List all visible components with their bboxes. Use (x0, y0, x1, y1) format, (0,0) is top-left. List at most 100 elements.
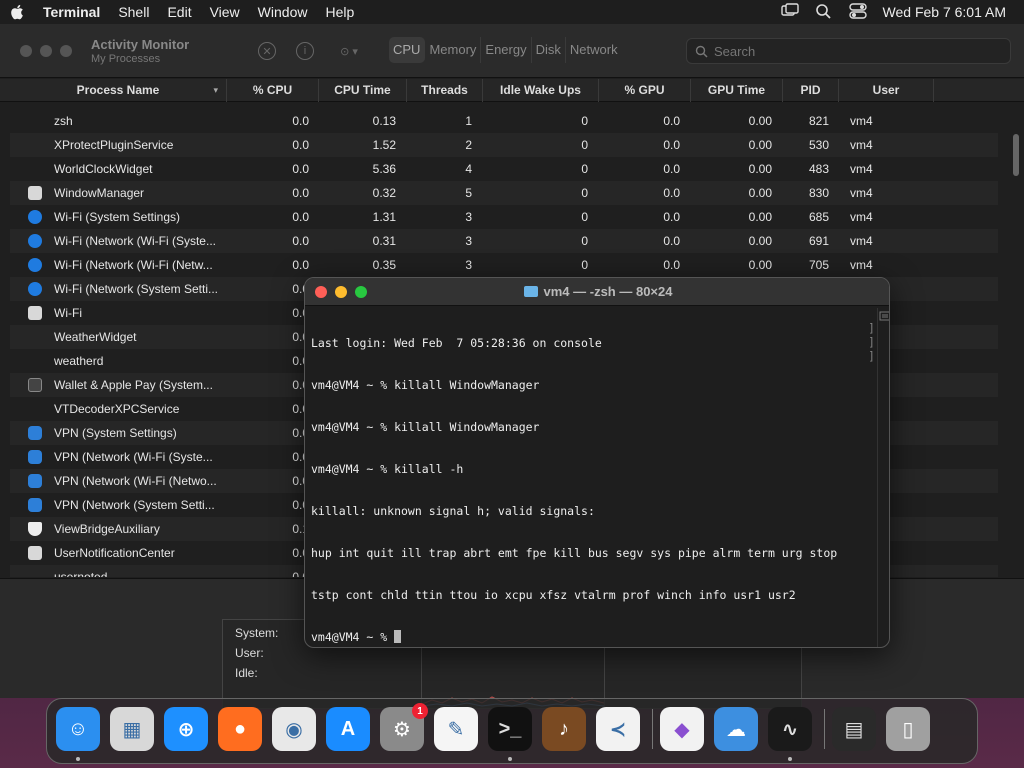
cell-cpu: 0.0 (292, 186, 309, 200)
table-row[interactable]: Wi-Fi (System Settings) 0.0 1.31 3 0 0.0 0.00 6… (10, 205, 998, 229)
screen-mirroring-icon[interactable] (780, 2, 799, 22)
am-zoom-button[interactable] (60, 45, 72, 57)
cell-threads: 3 (465, 210, 472, 224)
menu-shell[interactable]: Shell (109, 4, 158, 20)
cell-gpu: 0.0 (663, 234, 680, 248)
stop-process-icon[interactable]: ✕ (258, 42, 276, 60)
col-user[interactable]: User (839, 79, 934, 102)
tab-memory[interactable]: Memory (425, 37, 482, 63)
vpn-icon (28, 450, 42, 464)
terminal-scrollbar[interactable] (877, 308, 889, 647)
process-name: VPN (Network (System Setti... (54, 498, 215, 512)
dock-chrome-icon[interactable]: ◉ (272, 707, 316, 751)
tab-energy[interactable]: Energy (481, 37, 532, 63)
dock-system-settings-icon[interactable]: ⚙ 1 (380, 703, 428, 751)
search-input[interactable] (714, 43, 994, 59)
idle-label: Idle: (235, 666, 258, 680)
menu-window[interactable]: Window (249, 4, 317, 20)
wifi-icon (28, 282, 42, 296)
table-row[interactable]: zsh 0.0 0.13 1 0 0.0 0.00 821 vm4 (10, 109, 998, 133)
terminal-line: tstp cont chld ttin ttou io xcpu xfsz vt… (311, 588, 796, 602)
apple-menu-icon[interactable] (0, 4, 34, 20)
cell-gpu-time: 0.00 (748, 258, 772, 272)
dock-firefox-icon[interactable]: ● (218, 707, 262, 751)
col-pid[interactable]: PID (783, 79, 839, 102)
table-row[interactable]: XProtectPluginService 0.0 1.52 2 0 0.0 0.00 530… (10, 133, 998, 157)
dock-instruments-icon[interactable]: ♪ (542, 707, 586, 751)
dock-safari-icon[interactable]: ⊕ (164, 707, 208, 751)
control-center-icon[interactable] (848, 2, 867, 22)
search-field[interactable] (686, 38, 1011, 64)
window-title: Activity Monitor (91, 37, 190, 52)
dock-terminal-icon[interactable]: >_ (488, 707, 532, 751)
am-minimize-button[interactable] (40, 45, 52, 57)
search-icon (695, 45, 708, 58)
terminal-window[interactable]: vm4 — -zsh — 80×24 Last login: Wed Feb 7… (304, 277, 890, 648)
tab-cpu[interactable]: CPU (389, 37, 426, 63)
col-cpu-time[interactable]: CPU Time (319, 79, 407, 102)
terminal-line: vm4@VM4 ~ % killall -h (311, 462, 464, 476)
dock-textedit-icon[interactable]: ✎ (434, 707, 478, 751)
cell-user: vm4 (850, 114, 873, 128)
cell-user: vm4 (850, 234, 873, 248)
menu-app-name[interactable]: Terminal (34, 4, 109, 20)
cell-pid: 821 (808, 114, 829, 128)
table-row[interactable]: Wi-Fi (Network (Wi-Fi (Netw... 0.0 0.35 3 0 0… (10, 253, 998, 277)
cell-pid: 705 (808, 258, 829, 272)
dock-trash-icon[interactable]: ▯ (886, 707, 930, 751)
cell-wakeups: 0 (581, 162, 588, 176)
cell-cpu: 0.0 (292, 306, 309, 320)
dock-finder-icon[interactable]: ☺ (56, 707, 100, 751)
dock-visual-studio-icon[interactable]: ◆ (660, 707, 704, 751)
cell-user: vm4 (850, 162, 873, 176)
dock-launchpad-icon[interactable]: ▦ (110, 707, 154, 751)
cell-pid: 685 (808, 210, 829, 224)
table-row[interactable]: WorldClockWidget 0.0 5.36 4 0 0.0 0.00 483 vm4 (10, 157, 998, 181)
shield-icon (28, 522, 42, 536)
scroll-grip-icon (879, 311, 889, 321)
col-idle-wake-ups[interactable]: Idle Wake Ups (483, 79, 599, 102)
tab-disk[interactable]: Disk (532, 37, 566, 63)
dock-weather-icon[interactable]: ☁ (714, 707, 758, 751)
menu-view[interactable]: View (201, 4, 249, 20)
table-row[interactable]: Wi-Fi (Network (Wi-Fi (Syste... 0.0 0.31 3 0… (10, 229, 998, 253)
am-close-button[interactable] (20, 45, 32, 57)
menu-help[interactable]: Help (316, 4, 363, 20)
cell-cpu: 0.0 (292, 378, 309, 392)
tab-network[interactable]: Network (566, 37, 622, 63)
blank-icon (28, 306, 42, 320)
col-gpu-time[interactable]: GPU Time (691, 79, 783, 102)
col-process-name[interactable]: Process Name ▾ (10, 79, 227, 102)
menu-clock[interactable]: Wed Feb 7 6:01 AM (883, 4, 1006, 20)
dock-separator (824, 709, 825, 749)
more-actions-icon[interactable]: ⊙ ▾ (334, 42, 364, 60)
cell-threads: 3 (465, 258, 472, 272)
info-icon[interactable]: i (296, 42, 314, 60)
dock-app-store-icon[interactable]: A (326, 707, 370, 751)
terminal-line: vm4@VM4 ~ % killall WindowManager (311, 420, 540, 434)
dock-recent-window-icon[interactable]: ▤ (832, 707, 876, 751)
col-gpu[interactable]: % GPU (599, 79, 691, 102)
col-cpu[interactable]: % CPU (227, 79, 319, 102)
process-name: Wi-Fi (54, 306, 82, 320)
terminal-titlebar[interactable]: vm4 — -zsh — 80×24 (305, 278, 889, 306)
terminal-prompt-line[interactable]: vm4@VM4 ~ % (311, 630, 871, 644)
table-scrollbar[interactable] (1013, 134, 1019, 176)
cell-user: vm4 (850, 186, 873, 200)
cell-cpu: 0.0 (292, 234, 309, 248)
process-name: Wi-Fi (Network (System Setti... (54, 282, 219, 296)
dock-activity-monitor-icon[interactable]: ∿ (768, 707, 812, 751)
dock-vscode-icon[interactable]: ≺ (596, 707, 640, 751)
process-name: VPN (System Settings) (54, 426, 177, 440)
tab-bar: CPU Memory Energy Disk Network (389, 37, 622, 63)
status-menus: Wed Feb 7 6:01 AM (780, 2, 1024, 22)
col-threads[interactable]: Threads (407, 79, 483, 102)
terminal-output[interactable]: Last login: Wed Feb 7 05:28:36 on consol… (311, 308, 871, 647)
cell-cpu: 0.0 (292, 258, 309, 272)
spotlight-search-icon[interactable] (815, 3, 833, 22)
cell-cpu-time: 5.36 (372, 162, 396, 176)
terminal-line: vm4@VM4 ~ % killall WindowManager (311, 378, 540, 392)
table-row[interactable]: WindowManager 0.0 0.32 5 0 0.0 0.00 830 vm4 (10, 181, 998, 205)
mark-bracket: ] (869, 350, 873, 362)
menu-edit[interactable]: Edit (158, 4, 200, 20)
